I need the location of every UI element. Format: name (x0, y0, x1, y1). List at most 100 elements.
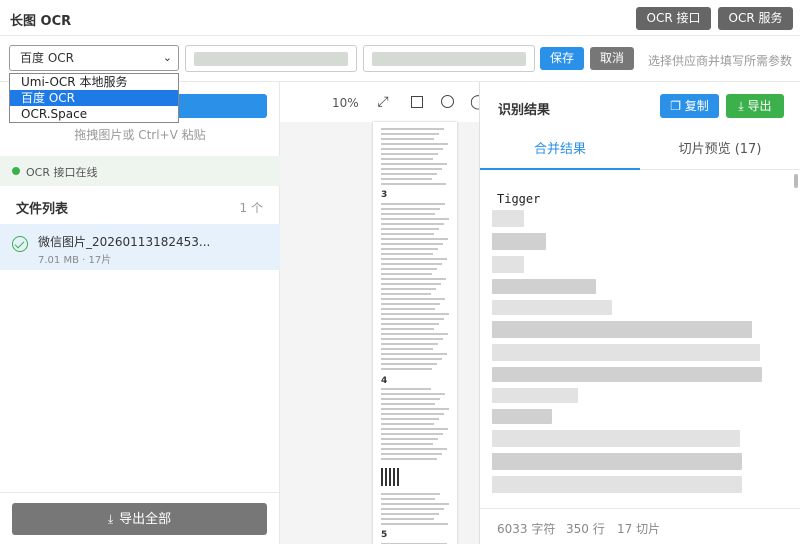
text-line (381, 443, 433, 445)
redacted-line (492, 476, 742, 493)
tab-slice-preview[interactable]: 切片预览 (17) (640, 132, 800, 170)
file-list-title: 文件列表 (16, 202, 69, 217)
provider-option-umi[interactable]: Umi-OCR 本地服务 (10, 74, 178, 90)
text-line (381, 133, 439, 135)
actual-size-icon[interactable] (409, 94, 425, 110)
slice-count: 17 切片 (617, 522, 661, 536)
text-line (381, 418, 439, 420)
download-icon: ⤓ (107, 512, 114, 526)
online-dot-icon (12, 167, 20, 175)
export-all-button[interactable]: ⤓ 导出全部 (12, 503, 267, 535)
zoom-level: 10% (332, 96, 359, 110)
text-line (381, 328, 434, 330)
left-panel: 拖拽图片或 Ctrl+V 粘贴 OCR 接口在线 文件列表 1 个 微信图片_2… (0, 82, 280, 544)
section-number: 4 (381, 376, 388, 386)
redacted-line (492, 210, 524, 227)
text-line (381, 148, 443, 150)
text-line (381, 253, 433, 255)
text-line (381, 498, 435, 500)
copy-button[interactable]: ❐ 复制 (660, 94, 719, 118)
export-button[interactable]: ⤓ 导出 (726, 94, 784, 118)
redacted-line (492, 453, 742, 470)
text-line (381, 438, 438, 440)
text-line (381, 213, 435, 215)
zoom-in-icon[interactable] (440, 94, 456, 110)
text-line (381, 228, 439, 230)
text-line (381, 523, 448, 525)
result-tabs: 合并结果 切片预览 (17) (480, 132, 800, 170)
text-line (381, 338, 443, 340)
text-line (381, 168, 442, 170)
zoom-toolbar: 10% ⤢ ◯ (280, 82, 479, 122)
upload-hint: 拖拽图片或 Ctrl+V 粘贴 (74, 128, 206, 142)
document-thumbnail: 3 4 5 (373, 122, 457, 544)
file-count: 1 个 (239, 201, 263, 215)
save-button[interactable]: 保存 (540, 47, 584, 70)
secret-key-field[interactable] (363, 45, 535, 72)
chevron-down-icon: ⌄ (162, 51, 172, 64)
text-line (381, 408, 449, 410)
tab-merged-result[interactable]: 合并结果 (480, 132, 640, 170)
text-line (381, 503, 449, 505)
text-line (381, 343, 438, 345)
text-line (381, 518, 434, 520)
redacted-line (492, 430, 740, 447)
provider-option-ocrspace[interactable]: OCR.Space (10, 106, 178, 122)
text-line (381, 513, 439, 515)
text-line (381, 298, 445, 300)
result-footer: 6033 字符 350 行 17 切片 (480, 508, 800, 544)
file-name: 微信图片_20260113182453... (38, 235, 211, 249)
redacted-line (492, 409, 552, 424)
text-line (381, 203, 445, 205)
fit-screen-icon[interactable]: ⤢ (375, 94, 391, 110)
text-line (381, 258, 447, 260)
text-line (381, 413, 444, 415)
zoom-out-icon[interactable]: ◯ (470, 94, 479, 110)
provider-hint: 选择供应商并填写所需参数 (648, 54, 793, 68)
text-line (381, 448, 447, 450)
text-line (381, 233, 434, 235)
text-line (381, 238, 448, 240)
ocr-service-button[interactable]: OCR 服务 (718, 7, 793, 30)
text-line (381, 243, 443, 245)
text-line (381, 178, 432, 180)
redacted-line (492, 367, 762, 382)
text-line (381, 333, 448, 335)
provider-select[interactable]: 百度 OCR ⌄ (9, 45, 179, 71)
file-list-item[interactable]: 微信图片_20260113182453... 7.01 MB · 17片 (0, 224, 280, 270)
text-line (381, 348, 433, 350)
cancel-button[interactable]: 取消 (590, 47, 634, 70)
result-title: 识别结果 (498, 103, 551, 118)
result-panel: 识别结果 ❐ 复制 ⤓ 导出 合并结果 切片预览 (17) Tigger 603… (480, 82, 800, 544)
export-all-label: 导出全部 (119, 512, 172, 527)
text-line (381, 368, 432, 370)
scrollbar[interactable] (794, 174, 798, 188)
text-line (381, 393, 445, 395)
app-title: 长图 OCR (10, 14, 72, 29)
text-line (381, 273, 432, 275)
text-line (381, 138, 434, 140)
provider-select-value: 百度 OCR (20, 51, 74, 65)
text-line (381, 163, 447, 165)
text-line (381, 308, 435, 310)
text-line (381, 208, 440, 210)
api-key-field[interactable] (185, 45, 357, 72)
text-line (381, 153, 438, 155)
text-line (381, 493, 440, 495)
redacted-line (492, 233, 546, 250)
redacted-line (492, 300, 612, 315)
text-line (381, 508, 444, 510)
text-line (381, 318, 444, 320)
redacted-line (492, 321, 752, 338)
header: 长图 OCR OCR 接口 OCR 服务 (0, 0, 800, 36)
redacted-line (492, 388, 578, 403)
text-line (381, 398, 440, 400)
provider-option-baidu[interactable]: 百度 OCR (10, 90, 178, 106)
ocr-api-button[interactable]: OCR 接口 (636, 7, 711, 30)
text-line (381, 293, 431, 295)
text-line (381, 223, 444, 225)
text-line (381, 263, 442, 265)
check-circle-icon (12, 236, 28, 252)
text-line (381, 388, 431, 390)
text-line (381, 128, 444, 130)
